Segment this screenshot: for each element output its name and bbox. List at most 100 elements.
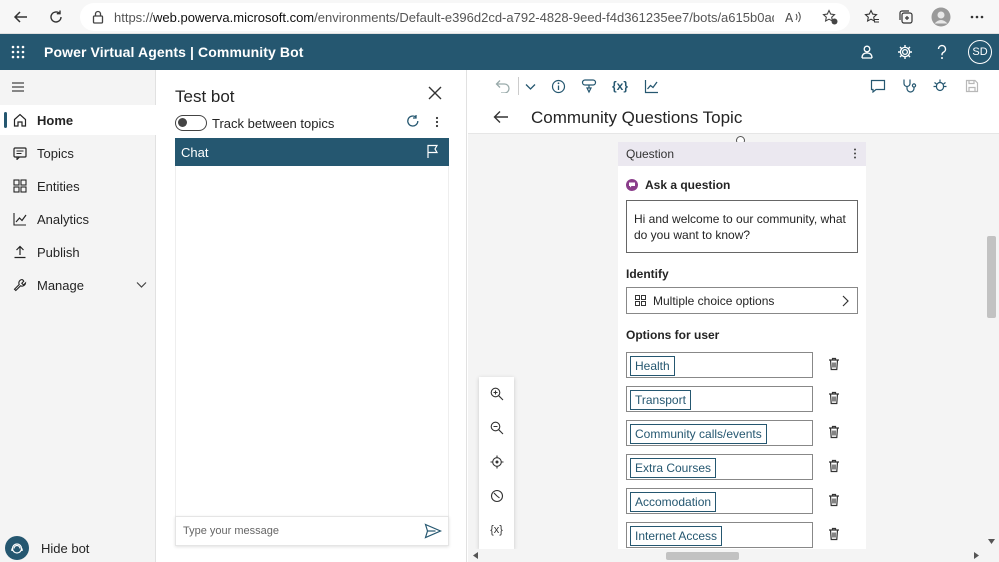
option-row: Health [626, 352, 866, 378]
save-button[interactable] [961, 76, 983, 96]
nav-label: Manage [37, 277, 84, 293]
recenter-button[interactable] [479, 447, 514, 477]
browser-back-button[interactable] [4, 0, 38, 34]
question-text-field[interactable]: Hi and welcome to our community, what do… [626, 200, 858, 253]
trash-icon [829, 391, 839, 405]
arrow-left-icon [13, 11, 27, 23]
variables-button[interactable]: {x} [607, 76, 633, 96]
option-chip[interactable]: Accomodation [630, 492, 717, 512]
profile-avatar-icon [931, 7, 951, 27]
comments-button[interactable] [867, 76, 889, 96]
nav-item-analytics[interactable]: Analytics [0, 204, 156, 234]
help-button[interactable] [924, 34, 960, 70]
back-button[interactable] [493, 110, 509, 124]
trash-icon [829, 493, 839, 507]
test-bot-panel: Test bot Track between topics Chat [157, 70, 467, 562]
zoom-in-button[interactable] [479, 379, 514, 409]
nav-item-home[interactable]: Home [0, 105, 156, 135]
chevron-down-icon [136, 279, 147, 290]
delete-option-button[interactable] [828, 459, 840, 473]
close-test-bot-button[interactable] [427, 85, 443, 101]
app-launcher-button[interactable] [0, 34, 36, 70]
hide-bot-label: Hide bot [41, 540, 90, 556]
delete-option-button[interactable] [828, 357, 840, 371]
trash-icon [829, 425, 839, 439]
zoom-out-button[interactable] [479, 413, 514, 443]
favorites-button[interactable] [855, 0, 889, 34]
add-favorite-button[interactable] [822, 3, 838, 31]
target-icon [490, 455, 503, 469]
reset-zoom-button[interactable] [479, 481, 514, 511]
zoom-variables-button[interactable]: {x} [479, 515, 514, 545]
scroll-down-arrow[interactable] [988, 539, 995, 544]
horizontal-scrollbar[interactable] [468, 549, 984, 562]
question-node-more-button[interactable] [852, 147, 858, 160]
identify-selector[interactable]: Multiple choice options [626, 287, 858, 314]
option-input[interactable]: Transport [626, 386, 813, 412]
nav-label: Analytics [37, 211, 90, 227]
nav-item-topics[interactable]: Topics [0, 138, 156, 168]
option-chip[interactable]: Health [630, 356, 675, 376]
profile-button[interactable] [924, 0, 958, 34]
flag-icon[interactable] [426, 144, 439, 159]
option-input[interactable]: Health [626, 352, 813, 378]
scroll-right-arrow[interactable] [974, 552, 979, 559]
option-input[interactable]: Accomodation [626, 488, 813, 514]
option-chip[interactable]: Extra Courses [630, 458, 717, 478]
trigger-phrases-button[interactable] [578, 76, 600, 96]
scroll-left-arrow[interactable] [473, 552, 478, 559]
nav-item-entities[interactable]: Entities [0, 171, 156, 201]
details-button[interactable] [547, 76, 569, 96]
delete-option-button[interactable] [828, 493, 840, 507]
environment-button[interactable] [849, 34, 885, 70]
track-topics-toggle[interactable] [175, 115, 207, 131]
send-button[interactable] [424, 523, 442, 539]
vertical-scroll-thumb[interactable] [987, 236, 996, 318]
undo-dropdown[interactable] [519, 76, 541, 96]
identify-label: Identify [626, 267, 669, 281]
nav-item-publish[interactable]: Publish [0, 237, 156, 267]
account-button[interactable]: SD [962, 34, 998, 70]
question-node[interactable]: Question Ask a question Hi and welcome t… [618, 142, 866, 562]
bug-icon [933, 79, 947, 92]
option-input[interactable]: Internet Access [626, 522, 813, 548]
delete-option-button[interactable] [828, 527, 840, 541]
info-icon [551, 79, 565, 93]
browser-menu-button[interactable] [960, 0, 994, 34]
browser-refresh-button[interactable] [39, 0, 73, 34]
test-bot-more-button[interactable] [433, 114, 441, 130]
option-chip[interactable]: Community calls/events [630, 424, 767, 444]
hide-bot-button[interactable]: Hide bot [5, 536, 89, 560]
restart-conversation-button[interactable] [405, 114, 421, 130]
option-input[interactable]: Community calls/events [626, 420, 813, 446]
read-aloud-button[interactable]: A [785, 3, 803, 31]
option-input[interactable]: Extra Courses [626, 454, 813, 480]
chevron-right-icon [841, 295, 850, 307]
trash-icon [829, 357, 839, 371]
test-topic-button[interactable] [929, 76, 951, 96]
refresh-icon [407, 115, 419, 127]
chat-transcript [175, 166, 449, 516]
topic-title: Community Questions Topic [531, 108, 743, 127]
delete-option-button[interactable] [828, 391, 840, 405]
chat-header-label: Chat [181, 144, 209, 160]
settings-button[interactable] [887, 34, 923, 70]
horizontal-scroll-thumb[interactable] [666, 552, 739, 560]
app-header: Power Virtual Agents | Community Bot SD [0, 34, 999, 70]
topic-checker-button[interactable] [898, 76, 920, 96]
nav-item-manage[interactable]: Manage [0, 270, 156, 300]
nav-collapse-button[interactable] [10, 80, 26, 94]
more-vertical-icon [435, 116, 439, 128]
grid-icon [635, 295, 646, 306]
message-box [175, 516, 449, 546]
vertical-scrollbar[interactable] [984, 134, 999, 549]
address-bar[interactable]: https://web.powerva.microsoft.com/enviro… [80, 3, 850, 31]
collections-button[interactable] [889, 0, 923, 34]
message-input[interactable] [183, 525, 413, 537]
ask-question-icon [626, 179, 638, 191]
option-chip[interactable]: Internet Access [630, 526, 723, 546]
option-chip[interactable]: Transport [630, 390, 691, 410]
delete-option-button[interactable] [828, 425, 840, 439]
analytics-button[interactable] [640, 76, 662, 96]
undo-button[interactable] [492, 76, 514, 96]
